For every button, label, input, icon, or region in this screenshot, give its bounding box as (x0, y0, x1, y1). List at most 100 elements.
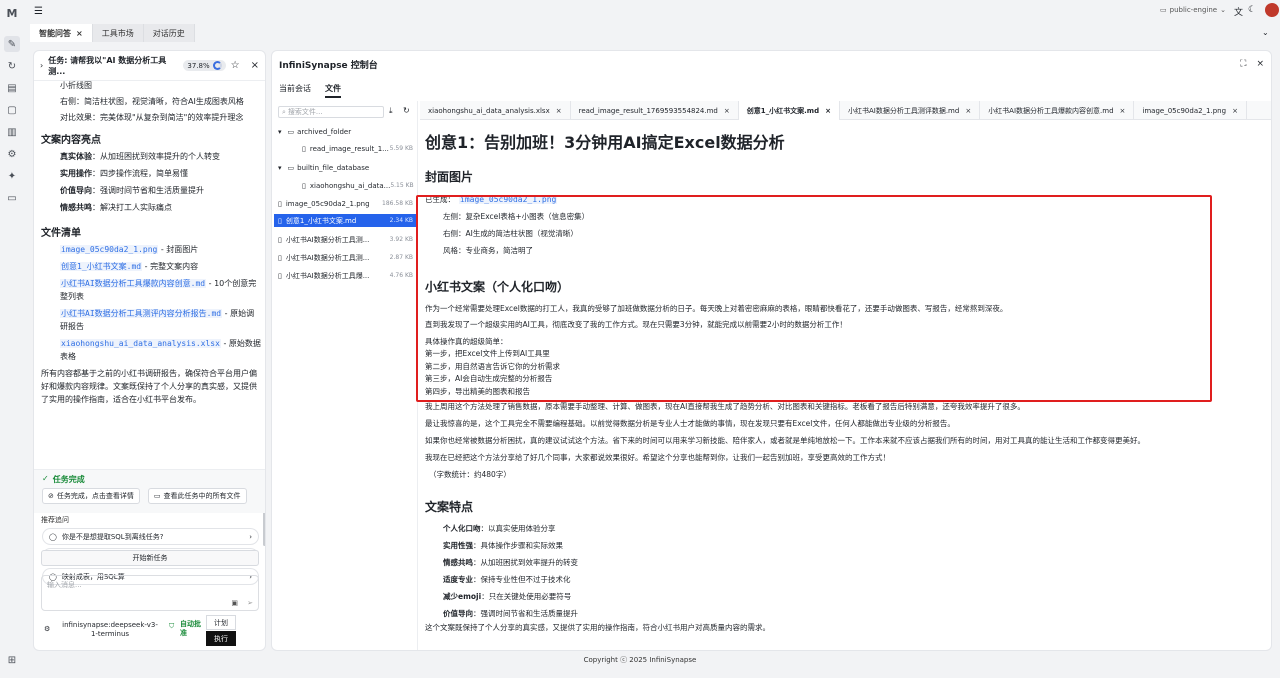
tab-history[interactable]: 对话历史 (143, 24, 195, 42)
message-text: 小折线图 (60, 81, 92, 90)
file-tab[interactable]: image_05c90da2_1.png × (1134, 101, 1247, 120)
send-icon[interactable]: ➢ (247, 599, 253, 607)
tree-item[interactable]: ▾ ▭ archived_folder (274, 125, 416, 138)
highlight-item: 价值导向：强调时间节省和生活质量提升 (41, 184, 265, 197)
image-icon[interactable]: ▣ (231, 599, 238, 607)
file-tab[interactable]: 小红书AI数据分析工具测评数据.md × (840, 101, 981, 120)
close-icon[interactable]: × (825, 107, 831, 115)
file-size: 2.87 KB (389, 254, 413, 261)
expand-icon[interactable]: ⛶ (1240, 59, 1246, 69)
file-tab[interactable]: 创意1_小红书文案.md × (738, 101, 840, 120)
message-text: 对比效果：完美体现"从复杂到简洁"的效率提升理念 (60, 113, 244, 122)
view-files-button[interactable]: ▭ 查看此任务中的所有文件 (147, 488, 247, 504)
close-icon[interactable]: × (1120, 107, 1126, 115)
highlight-key: 真实体验 (60, 152, 92, 161)
database-icon[interactable]: ▤ (4, 80, 20, 96)
feature-item: 情感共鸣：从加班困扰到效率提升的转变 (425, 554, 1265, 571)
history-icon[interactable]: ↻ (4, 58, 20, 74)
chevron-down-icon[interactable]: ⌄ (1262, 28, 1269, 37)
avatar[interactable] (1265, 3, 1279, 17)
highlight-key: 情感共鸣 (60, 203, 92, 212)
tree-label: 创意1_小红书文案.md (285, 216, 357, 225)
execute-button[interactable]: 执行 (206, 631, 236, 646)
storage-icon[interactable]: ▭ (4, 190, 20, 206)
file-size: 186.58 KB (382, 200, 413, 207)
section-heading: 文案内容亮点 (41, 135, 101, 146)
file-link[interactable]: 创意1_小红书文案.md (60, 262, 143, 271)
file-tab[interactable]: xiaohongshu_ai_data_analysis.xlsx × (420, 101, 571, 120)
file-search-input[interactable]: ⌕ 搜索文件... (278, 106, 384, 118)
file-tab-label: image_05c90da2_1.png (1142, 106, 1227, 115)
section-heading: 文件清单 (41, 228, 81, 239)
tree-label: 小红书AI数据分析工具测... (285, 235, 370, 244)
tree-item[interactable]: ▯ 创意1_小红书文案.md 2.34 KB (274, 214, 416, 227)
chat-icon[interactable]: ✎ (4, 36, 20, 52)
file-desc: - 封面图片 (158, 245, 199, 254)
tree-item[interactable]: ▯ 小红书AI数据分析工具测... 3.92 KB (274, 233, 416, 246)
tree-item[interactable]: ▯ 小红书AI数据分析工具爆... 4.76 KB (274, 269, 416, 282)
file-link[interactable]: 小红书AI数据分析工具测评内容分析报告.md (60, 309, 223, 318)
file-icon: ▯ (278, 235, 282, 244)
file-link[interactable]: xiaohongshu_ai_data_analysis.xlsx (60, 339, 221, 348)
file-tab[interactable]: read_image_result_1769593554824.md × (571, 101, 739, 120)
chat-messages[interactable]: 小折线图 右侧：简洁柱状图，视觉清晰，符合AI生成图表风格 对比效果：完美体现"… (34, 81, 265, 467)
auto-approve-toggle[interactable]: 自动批准 (180, 620, 204, 638)
file-tab-label: xiaohongshu_ai_data_analysis.xlsx (428, 106, 550, 115)
chevron-right-icon[interactable]: › (40, 61, 43, 70)
file-tab[interactable]: 小红书AI数据分析工具爆款内容创意.md × (980, 101, 1135, 120)
close-icon[interactable]: × (556, 107, 562, 115)
feature-key: 实用性强 (443, 540, 473, 550)
upload-icon[interactable]: ⤓ (389, 106, 393, 116)
tree-item[interactable]: ▾ ▭ builtin_file_database (274, 161, 416, 174)
tree-item[interactable]: ▯ read_image_result_1... 5.59 KB (274, 142, 416, 155)
new-task-button[interactable]: 开始新任务 (41, 550, 259, 566)
summary-text: 所有内容都基于之前的小红书调研报告，确保符合平台用户偏好和爆款内容规律。文案既保… (41, 369, 257, 404)
tree-label: 小红书AI数据分析工具爆... (285, 271, 370, 280)
close-icon[interactable]: × (76, 29, 83, 38)
moon-icon[interactable]: ☾ (1248, 5, 1256, 15)
star-icon[interactable]: ☆ (231, 60, 240, 71)
chart-icon[interactable]: ▥ (4, 124, 20, 140)
refresh-icon[interactable]: ↻ (403, 106, 410, 115)
tab-chat[interactable]: 智能问答 × (30, 24, 93, 42)
plan-button[interactable]: 计划 (206, 615, 236, 630)
settings-icon[interactable]: ⚙ (4, 146, 20, 162)
close-icon[interactable]: × (965, 107, 971, 115)
button-label: 查看此任务中的所有文件 (163, 492, 241, 500)
doc-paragraph: 最让我惊喜的是，这个工具完全不需要编程基础。以前觉得数据分析是专业人士才能做的事… (425, 419, 955, 428)
close-icon[interactable]: × (1232, 107, 1238, 115)
menu-icon[interactable]: ☰ (34, 6, 43, 17)
highlight-value: ：四步操作流程，简单易懂 (92, 169, 188, 178)
tree-item[interactable]: ▯ xiaohongshu_ai_data... 5.15 KB (274, 179, 416, 192)
tree-item[interactable]: ▯ image_05c90da2_1.png 186.58 KB (274, 197, 416, 210)
model-name[interactable]: infinisynapse:deepseek-v3-1-terminus (60, 621, 160, 639)
close-icon[interactable]: × (251, 60, 259, 71)
suggestion-item[interactable]: ◯ 你是不是想提取SQL到离线任务? › (42, 528, 259, 545)
doc-heading: 封面图片 (425, 170, 474, 184)
tab-session[interactable]: 当前会话 (279, 83, 311, 98)
translate-icon[interactable]: 文 (1234, 5, 1243, 18)
file-tab-label: 创意1_小红书文案.md (746, 106, 820, 115)
tab-files[interactable]: 文件 (325, 83, 341, 98)
close-icon[interactable]: × (1256, 59, 1264, 69)
tree-item[interactable]: ▯ 小红书AI数据分析工具测... 2.87 KB (274, 251, 416, 264)
feature-key: 适度专业 (443, 574, 473, 584)
file-icon: ▯ (302, 144, 306, 153)
doc-paragraph: 如果你也经常被数据分析困扰，真的建议试试这个方法。省下来的时间可以用来学习新技能… (425, 436, 1145, 445)
view-details-button[interactable]: ⊘ 任务完成，点击查看详情 (42, 488, 140, 504)
message-text: 右侧：简洁柱状图，视觉清晰，符合AI生成图表风格 (60, 97, 244, 106)
progress-badge: 37.8% (183, 60, 226, 71)
feature-value: ：以真实使用体验分享 (480, 523, 556, 533)
file-link[interactable]: image_05c90da2_1.png (60, 245, 159, 254)
message-input[interactable]: 输入消息... ▣ ➢ (41, 575, 259, 611)
document-icon[interactable]: ▢ (4, 102, 20, 118)
tool-icon[interactable]: ✦ (4, 168, 20, 184)
file-link[interactable]: 小红书AI数据分析工具爆款内容创意.md (60, 279, 207, 288)
feature-item: 个人化口吻：以真实使用体验分享 (425, 520, 1265, 537)
chat-bubble-icon: ◯ (49, 532, 57, 541)
engine-selector[interactable]: ▭ public-engine ⌄ (1160, 6, 1226, 14)
file-tab-label: 小红书AI数据分析工具爆款内容创意.md (988, 106, 1114, 115)
close-icon[interactable]: × (724, 107, 730, 115)
tab-label: 对话历史 (152, 28, 185, 38)
tab-tools[interactable]: 工具市场 (92, 24, 144, 42)
